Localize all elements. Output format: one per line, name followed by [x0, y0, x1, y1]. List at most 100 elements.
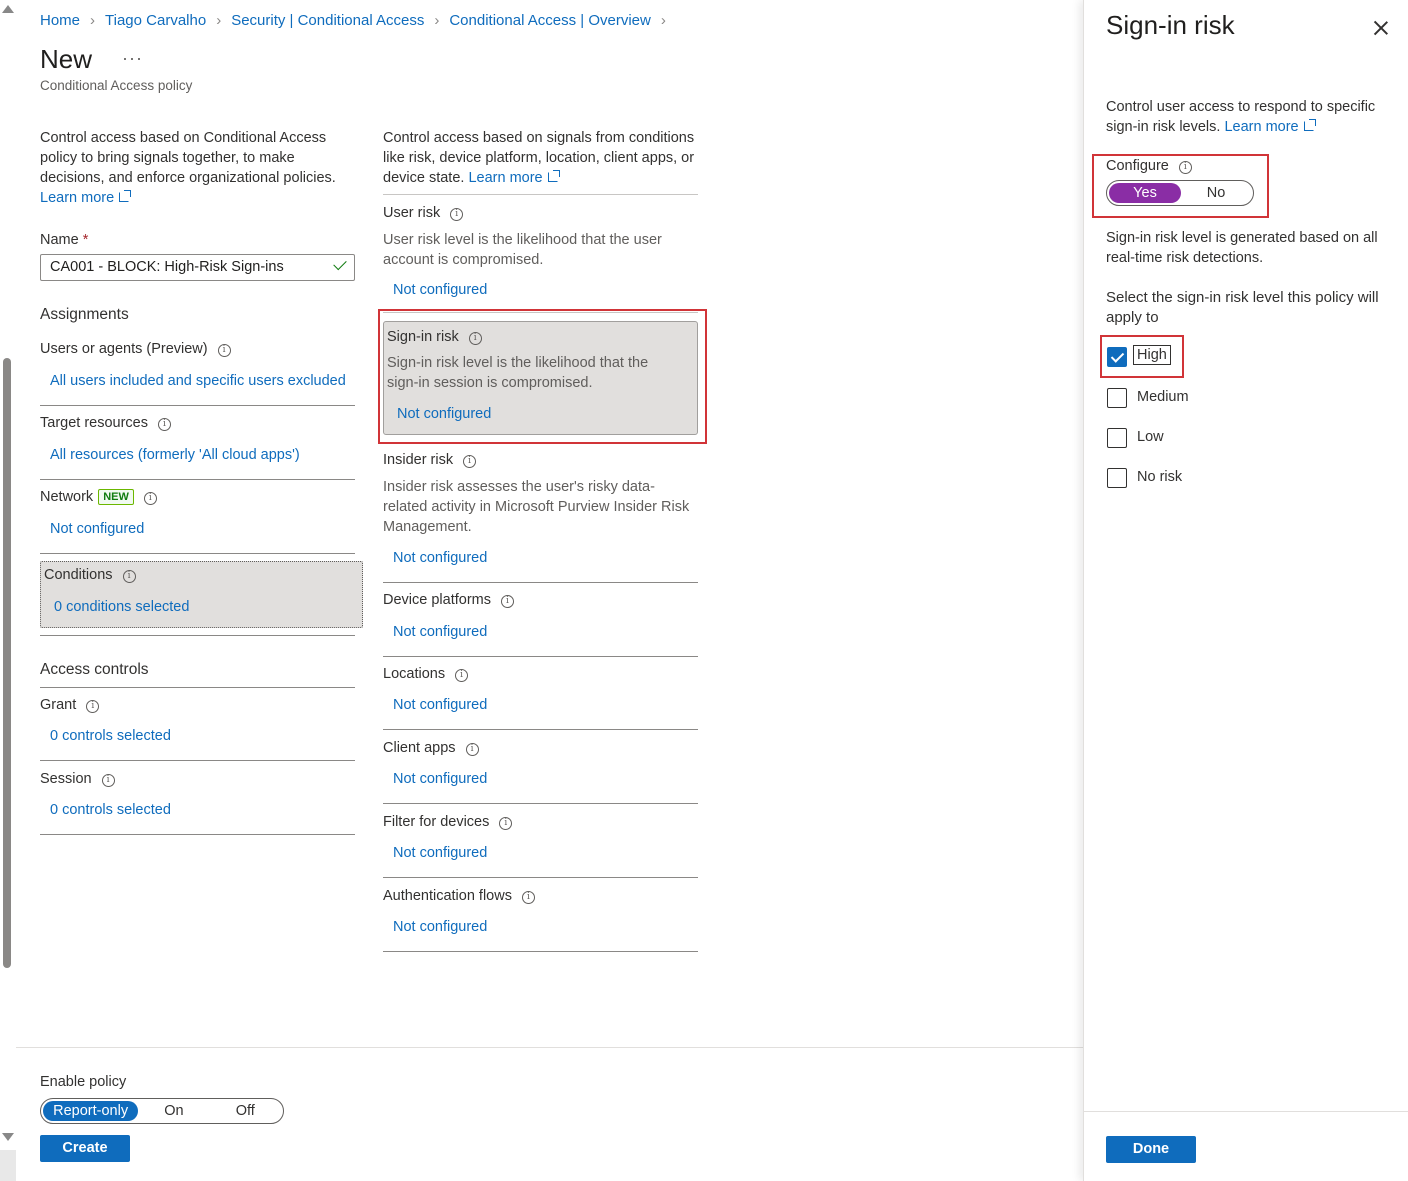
info-icon[interactable]: i [143, 492, 157, 505]
divider [383, 656, 698, 657]
info-icon[interactable]: i [122, 570, 136, 583]
enable-option-on[interactable]: On [138, 1101, 209, 1121]
info-icon[interactable]: i [86, 700, 100, 713]
breadcrumb-home[interactable]: Home [40, 12, 80, 29]
breadcrumb: Home › Tiago Carvalho › Security | Condi… [40, 12, 676, 29]
chevron-right-icon: › [90, 12, 96, 29]
scroll-down-icon[interactable] [2, 1133, 14, 1141]
filter-devices-link[interactable]: Not configured [393, 845, 487, 861]
divider [383, 803, 698, 804]
network-link[interactable]: Not configured [50, 521, 144, 537]
device-platforms-link[interactable]: Not configured [393, 624, 487, 640]
scrollbar-corner [0, 1150, 16, 1181]
info-icon[interactable]: i [500, 595, 514, 608]
info-icon[interactable]: i [465, 743, 479, 756]
info-icon[interactable]: i [158, 418, 171, 431]
target-resources-label: Target resources i [40, 415, 171, 431]
generated-text: Sign-in risk level is generated based on… [1106, 230, 1378, 266]
grant-link[interactable]: 0 controls selected [50, 728, 171, 744]
divider [40, 760, 355, 761]
target-resources-link[interactable]: All resources (formerly 'All cloud apps'… [50, 447, 300, 463]
grant-label: Grant i [40, 697, 100, 713]
more-options-icon[interactable]: ··· [122, 48, 143, 69]
divider [383, 729, 698, 730]
external-link-icon [119, 190, 132, 202]
done-button[interactable]: Done [1106, 1136, 1196, 1163]
auth-flows-label: Authentication flows i [383, 888, 535, 904]
checkbox-no-risk-label[interactable]: No risk [1137, 469, 1182, 485]
info-icon[interactable]: i [450, 208, 464, 221]
users-selection-link[interactable]: All users included and specific users ex… [50, 373, 346, 389]
chevron-right-icon: › [434, 12, 440, 29]
close-icon[interactable] [1373, 20, 1389, 36]
breadcrumb-tenant[interactable]: Tiago Carvalho [105, 12, 206, 29]
client-apps-label: Client apps i [383, 740, 479, 756]
chevron-right-icon: › [660, 12, 666, 29]
panel-footer-divider [1084, 1111, 1408, 1112]
breadcrumb-ca-overview[interactable]: Conditional Access | Overview [449, 12, 650, 29]
divider [383, 582, 698, 583]
divider [40, 635, 355, 636]
learn-more-link[interactable]: Learn more [40, 190, 132, 206]
session-label: Session i [40, 771, 115, 787]
checkbox-low[interactable] [1107, 428, 1127, 448]
insider-risk-description: Insider risk assesses the user's risky d… [383, 479, 690, 535]
insider-risk-link[interactable]: Not configured [393, 550, 487, 566]
policy-name-input[interactable]: CA001 - BLOCK: High-Risk Sign-ins [40, 254, 355, 281]
divider [40, 405, 355, 406]
info-icon[interactable]: i [521, 891, 535, 904]
user-risk-link[interactable]: Not configured [393, 282, 487, 298]
highlight-box-sign-in-risk [378, 309, 707, 444]
divider [40, 479, 355, 480]
select-level-text: Select the sign-in risk level this polic… [1106, 289, 1379, 326]
info-icon[interactable]: i [217, 344, 231, 357]
page-subtitle: Conditional Access policy [40, 78, 193, 93]
info-icon[interactable]: i [499, 817, 513, 830]
checkbox-medium-label[interactable]: Medium [1137, 389, 1189, 405]
learn-more-link[interactable]: Learn more [468, 170, 560, 186]
panel-title: Sign-in risk [1106, 10, 1235, 40]
external-link-icon [547, 170, 560, 182]
session-link[interactable]: 0 controls selected [50, 802, 171, 818]
scrollbar-thumb[interactable] [3, 358, 11, 968]
breadcrumb-security-ca[interactable]: Security | Conditional Access [231, 12, 424, 29]
external-link-icon [1303, 119, 1316, 131]
conditions-link[interactable]: 0 conditions selected [54, 599, 189, 615]
info-icon[interactable]: i [463, 455, 477, 468]
divider [40, 687, 355, 688]
create-button[interactable]: Create [40, 1135, 130, 1162]
info-icon[interactable]: i [455, 669, 469, 682]
auth-flows-link[interactable]: Not configured [393, 919, 487, 935]
user-risk-label: User risk i [383, 205, 464, 221]
checkbox-medium[interactable] [1107, 388, 1127, 408]
name-label: Name * [40, 232, 89, 248]
chevron-right-icon: › [216, 12, 222, 29]
enable-option-report-only[interactable]: Report-only [43, 1101, 139, 1121]
info-icon[interactable]: i [101, 774, 115, 787]
access-controls-heading: Access controls [40, 661, 149, 678]
new-badge: NEW [98, 489, 134, 505]
conditions-description: Control access based on signals from con… [383, 128, 701, 188]
locations-link[interactable]: Not configured [393, 697, 487, 713]
checkbox-low-label[interactable]: Low [1137, 429, 1164, 445]
network-label: Network NEW i [40, 489, 157, 505]
divider [383, 951, 698, 952]
divider [40, 553, 355, 554]
highlight-box-high [1100, 335, 1184, 378]
enable-policy-toggle[interactable]: Report-only On Off [40, 1098, 284, 1124]
panel-description: Control user access to respond to specif… [1106, 97, 1391, 137]
client-apps-link[interactable]: Not configured [393, 771, 487, 787]
users-label: Users or agents (Preview) i [40, 341, 231, 357]
scroll-up-icon[interactable] [2, 5, 14, 13]
footer-divider [16, 1047, 1083, 1048]
checkbox-no-risk[interactable] [1107, 468, 1127, 488]
conditions-label: Conditions i [44, 567, 136, 583]
policy-description: Control access based on Conditional Acce… [40, 128, 345, 208]
divider [40, 834, 355, 835]
panel-learn-more-link[interactable]: Learn more [1224, 119, 1316, 135]
highlight-box-configure [1092, 154, 1269, 218]
enable-option-off[interactable]: Off [210, 1101, 281, 1121]
device-platforms-label: Device platforms i [383, 592, 514, 608]
filter-devices-label: Filter for devices i [383, 814, 513, 830]
locations-label: Locations i [383, 666, 469, 682]
